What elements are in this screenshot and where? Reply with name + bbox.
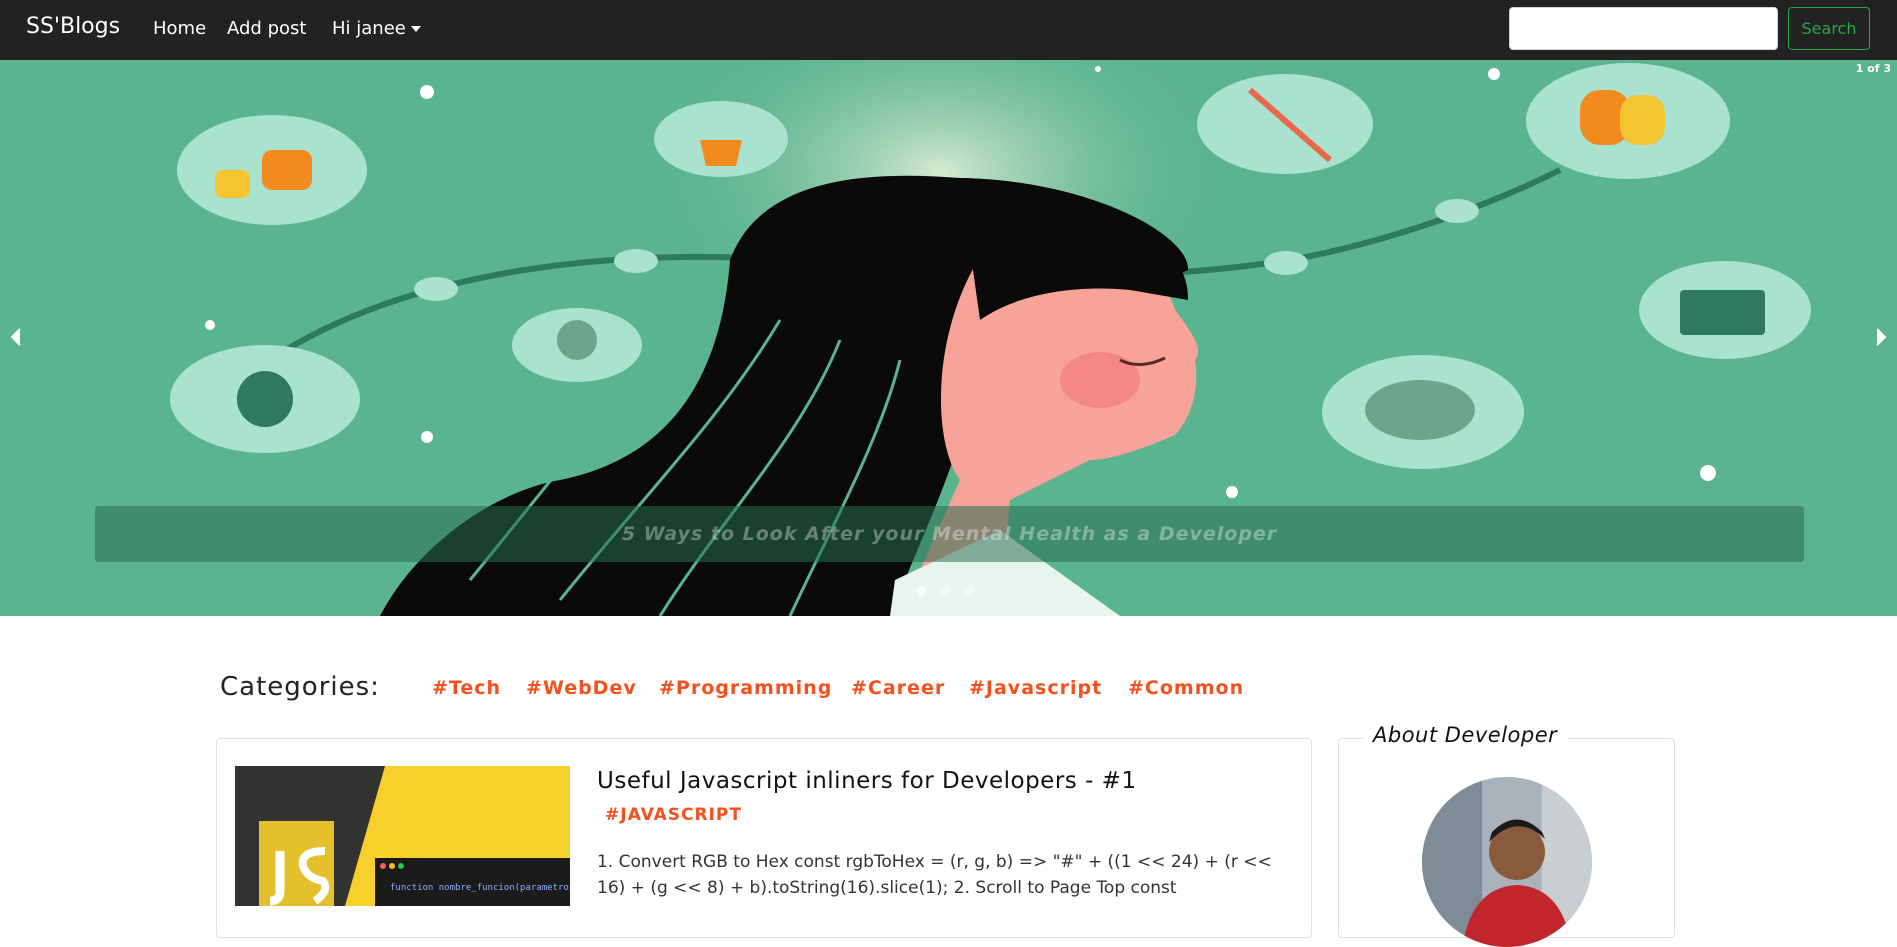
- developer-photo: [1422, 777, 1592, 947]
- carousel-caption-text: 5 Ways to Look After your Mental Health …: [621, 523, 1278, 545]
- post-title[interactable]: Useful Javascript inliners for Developer…: [597, 768, 1137, 794]
- carousel-indicator[interactable]: [940, 586, 950, 596]
- category-javascript-link[interactable]: #Javascript: [969, 677, 1102, 699]
- about-developer-title: About Developer: [1363, 723, 1568, 747]
- carousel-next-button[interactable]: [1871, 322, 1891, 352]
- carousel-indicators: [916, 586, 974, 596]
- navbar: SS'Blogs Home Add post Hi janee Search: [0, 0, 1897, 60]
- chevron-right-icon: [1876, 328, 1887, 346]
- caret-down-icon: [410, 26, 421, 32]
- user-menu-label: Hi janee: [332, 18, 406, 39]
- carousel-indicator[interactable]: [964, 586, 974, 596]
- post-thumbnail[interactable]: function nombre_funcion(parametros){: [235, 766, 570, 906]
- category-tech-link[interactable]: #Tech: [432, 677, 501, 699]
- category-common-link[interactable]: #Common: [1128, 677, 1244, 699]
- carousel-prev-button[interactable]: [6, 322, 26, 352]
- developer-avatar: [1422, 777, 1592, 947]
- search-input[interactable]: [1509, 7, 1778, 50]
- nav-add-post-link[interactable]: Add post: [227, 18, 306, 39]
- categories-title: Categories:: [220, 672, 380, 702]
- carousel-caption: 5 Ways to Look After your Mental Health …: [95, 506, 1804, 562]
- brand-logo[interactable]: SS'Blogs: [26, 14, 120, 39]
- post-excerpt: 1. Convert RGB to Hex const rgbToHex = (…: [597, 852, 1272, 898]
- carousel-indicator[interactable]: [916, 586, 926, 596]
- slide-counter: 1 of 3: [1855, 62, 1891, 75]
- nav-home-link[interactable]: Home: [153, 18, 206, 39]
- category-career-link[interactable]: #Career: [851, 677, 945, 699]
- hero-carousel: 1 of 3 5 Ways to Look After your Mental …: [0, 60, 1897, 616]
- category-webdev-link[interactable]: #WebDev: [526, 677, 637, 699]
- user-menu-dropdown[interactable]: Hi janee: [332, 18, 421, 39]
- chevron-left-icon: [10, 328, 21, 346]
- post-tag[interactable]: #JAVASCRIPT: [605, 805, 742, 825]
- post-thumbnail-code-text: function nombre_funcion(parametros){: [390, 883, 570, 893]
- post-card: function nombre_funcion(parametros){ Use…: [216, 738, 1312, 938]
- category-programming-link[interactable]: #Programming: [659, 677, 832, 699]
- search-button[interactable]: Search: [1788, 7, 1870, 50]
